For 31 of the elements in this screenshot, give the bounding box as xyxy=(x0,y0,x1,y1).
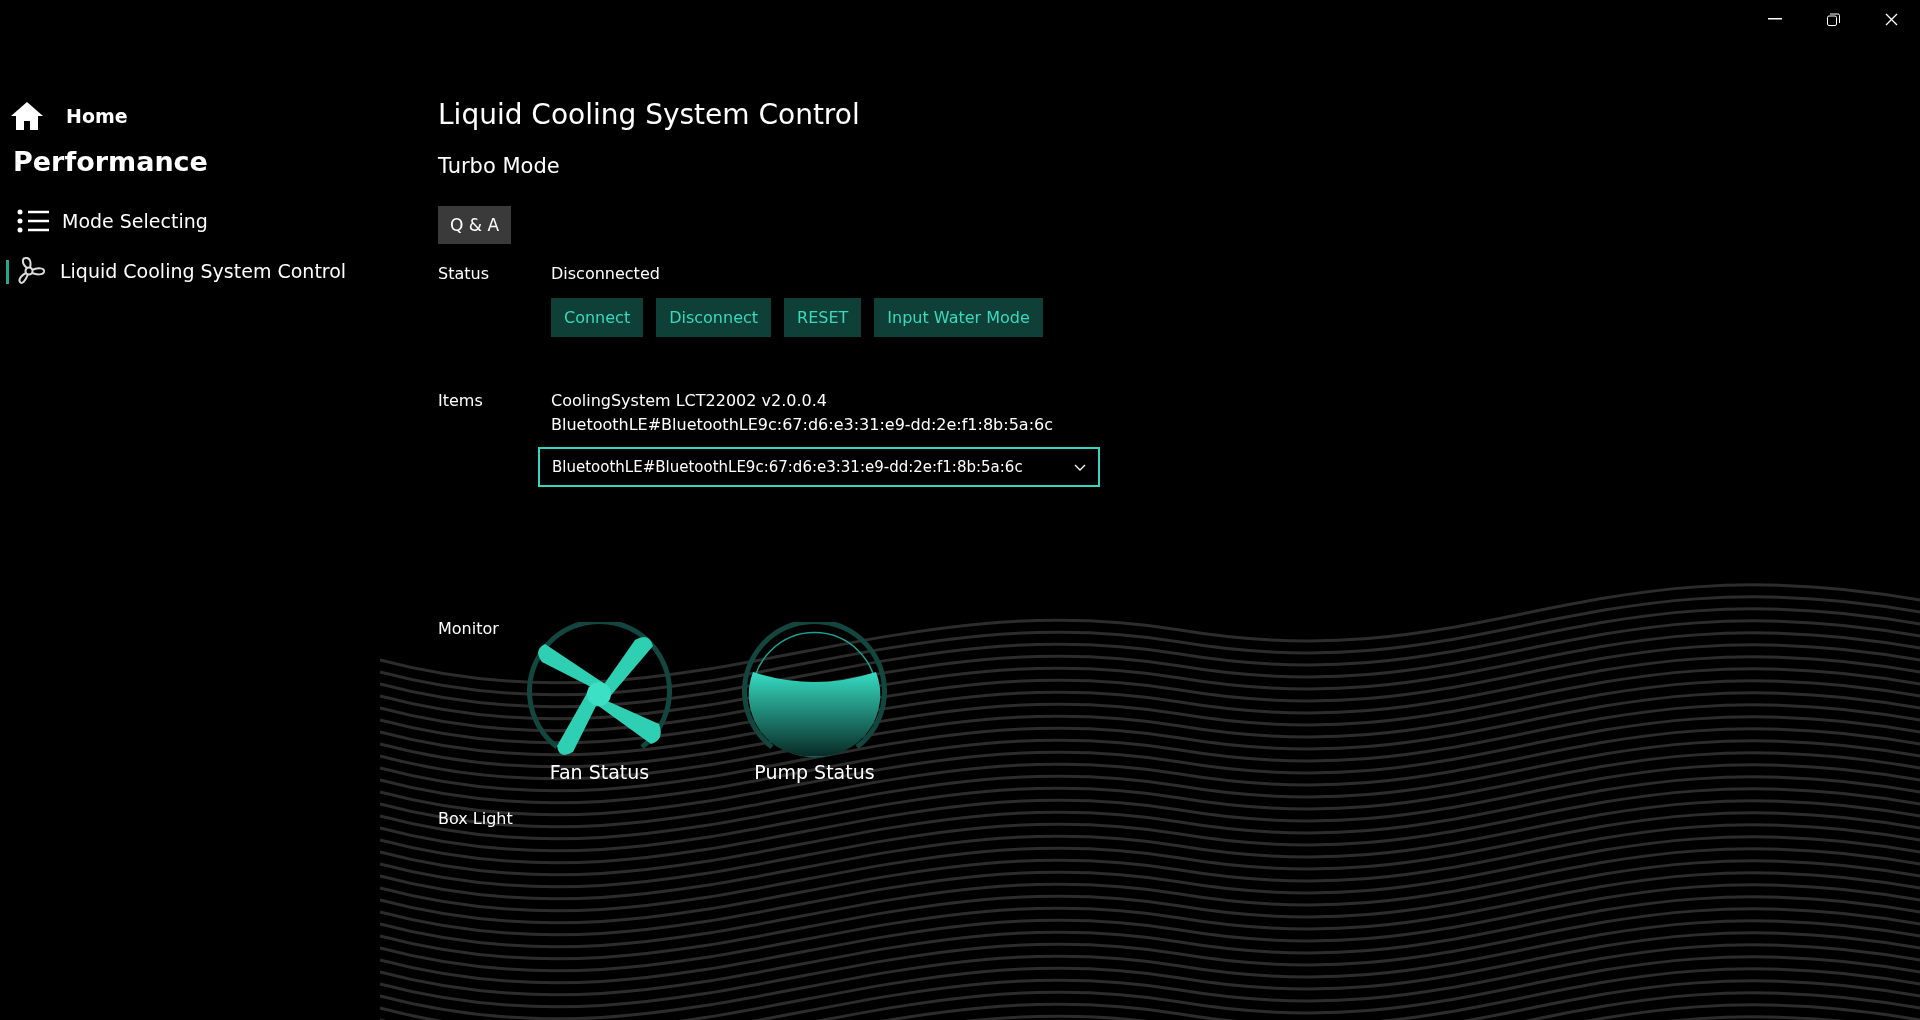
action-button[interactable]: Connect xyxy=(551,298,644,337)
item-text: BluetoothLE#BluetoothLE9c:67:d6:e3:31:e9-dd:2e:f1:8b:5a:6c xyxy=(551,414,1054,436)
home-icon xyxy=(10,101,44,131)
home-label: Home xyxy=(66,105,128,127)
sidebar-item[interactable]: Liquid Cooling System Control xyxy=(0,246,438,296)
qa-button[interactable]: Q & A xyxy=(438,206,512,244)
sidebar-item-label: Liquid Cooling System Control xyxy=(60,260,347,282)
items-label: Items xyxy=(438,390,484,412)
action-button[interactable]: Input Water Mode xyxy=(874,298,1043,337)
gauge-label: Fan Status xyxy=(549,761,650,783)
item-text: CoolingSystem LCT22002 v2.0.0.4 xyxy=(551,390,828,412)
restore-icon xyxy=(1826,12,1840,26)
section-heading: Performance xyxy=(12,145,209,179)
close-icon xyxy=(1884,12,1898,26)
list-icon xyxy=(16,209,50,233)
chevron-icon xyxy=(1074,463,1086,471)
minimize-icon xyxy=(1768,18,1782,20)
device-dropdown[interactable]: BluetoothLE#BluetoothLE9c:67:d6:e3:31:e9-dd:2e:f1:8b:5a:6c xyxy=(538,447,1100,487)
sidebar-item[interactable]: Mode Selecting xyxy=(0,196,438,246)
action-button[interactable]: Disconnect xyxy=(656,298,772,337)
page-title: Liquid Cooling System Control xyxy=(438,98,861,133)
action-button[interactable]: RESET xyxy=(784,298,862,337)
home-nav-item[interactable]: Home xyxy=(0,96,438,136)
status-label: Status xyxy=(438,263,490,285)
mode-subtitle: Turbo Mode xyxy=(438,154,561,180)
status-value: Disconnected xyxy=(551,263,661,285)
fan-icon xyxy=(16,255,48,287)
gauge-label: Pump Status xyxy=(754,761,875,783)
sidebar-item-label: Mode Selecting xyxy=(62,210,208,232)
box-light-label: Box Light xyxy=(438,809,514,828)
monitor-label: Monitor xyxy=(438,618,500,640)
